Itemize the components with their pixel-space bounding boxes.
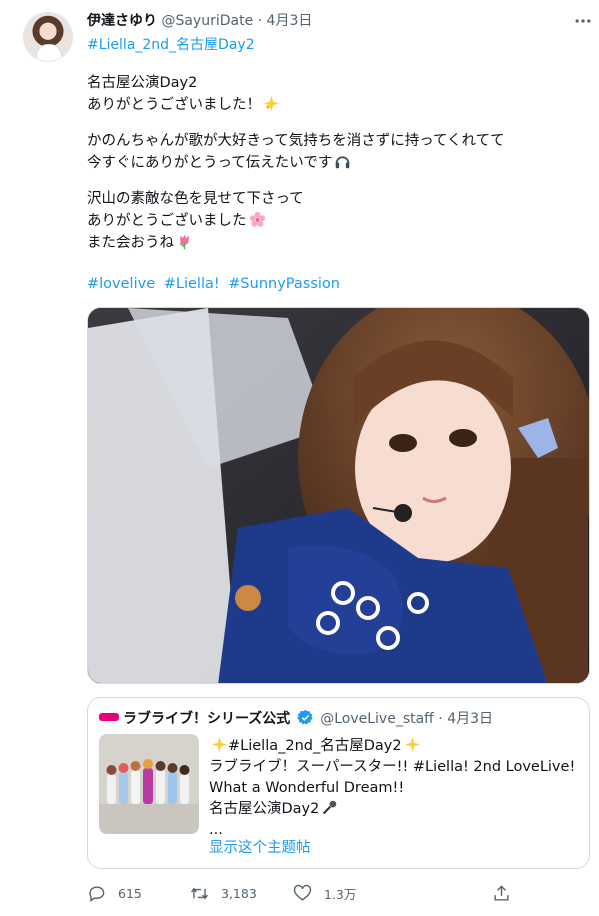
author-name[interactable]: 伊達さゆり — [87, 13, 157, 29]
tweet-text-line: ありがとうございました — [87, 210, 577, 232]
reply-icon — [89, 885, 105, 902]
like-button[interactable]: 1.3万 — [293, 881, 356, 905]
quoted-tweet-date[interactable]: 4月3日 — [447, 711, 493, 727]
quoted-tweet[interactable]: ラブライブ！シリーズ公式 @LoveLive_staff · 4月3日 #Lie… — [87, 697, 590, 869]
heart-icon — [293, 884, 312, 901]
tweet-text: 名古屋公演Day2 ありがとうございました！ かのんちゃんが歌が大好きって気持ち… — [87, 72, 577, 254]
separator-dot: · — [438, 711, 443, 727]
author-handle[interactable]: @SayuriDate — [161, 13, 253, 29]
tweet-text-line: かのんちゃんが歌が大好きって気持ちを消さずに持ってくれてて — [87, 133, 505, 149]
tweet-actions: 615 3,183 1.3万 — [87, 881, 517, 905]
more-icon[interactable] — [573, 11, 593, 31]
hashtag-link[interactable]: #Liella! — [164, 276, 220, 292]
show-thread-link[interactable]: 显示这个主题帖 — [209, 838, 311, 858]
quoted-text-line: 名古屋公演Day2 — [209, 799, 579, 820]
tweet-date[interactable]: 4月3日 — [267, 13, 313, 29]
quoted-text-line: ラブライブ！スーパースター!! #Liella! 2nd LoveLive! — [209, 759, 576, 775]
author-avatar[interactable] — [23, 12, 73, 62]
quoted-tweet-header: ラブライブ！シリーズ公式 @LoveLive_staff · 4月3日 — [123, 709, 493, 728]
verified-badge-icon — [297, 709, 313, 725]
tweet-header: 伊達さゆり @SayuriDate · 4月3日 — [87, 11, 312, 31]
retweet-icon — [191, 887, 208, 899]
hashtag-link[interactable]: #SunnyPassion — [228, 276, 340, 292]
hashtag-list: #lovelive #Liella! #SunnyPassion — [87, 274, 344, 294]
tweet-text-line: 沢山の素敵な色を見せて下さって — [87, 191, 304, 207]
tweet-photo[interactable] — [87, 307, 590, 684]
retweet-button[interactable]: 3,183 — [190, 881, 257, 905]
sparkle-star-icon — [263, 95, 280, 112]
share-button[interactable] — [492, 881, 523, 905]
lovelive-logo-icon — [99, 713, 119, 721]
quoted-author-handle[interactable]: @LoveLive_staff — [320, 711, 434, 727]
tulip-icon — [179, 234, 189, 250]
tweet-text-line: ありがとうございました！ — [87, 94, 577, 116]
quoted-author-name[interactable]: ラブライブ！シリーズ公式 — [123, 711, 290, 727]
tweet: 伊達さゆり @SayuriDate · 4月3日 #Liella_2nd_名古屋… — [0, 0, 599, 916]
quoted-text-line: What a Wonderful Dream!! — [209, 780, 405, 796]
like-count: 1.3万 — [324, 886, 357, 902]
quoted-tweet-text: #Liella_2nd_名古屋Day2 ラブライブ！スーパースター!! #Lie… — [209, 736, 579, 841]
tweet-text-line: 今すぐにありがとうって伝えたいです — [87, 152, 577, 174]
hashtag-link[interactable]: #lovelive — [87, 276, 155, 292]
reply-count: 615 — [118, 885, 142, 901]
top-hashtag-link[interactable]: #Liella_2nd_名古屋Day2 — [87, 35, 255, 55]
reply-button[interactable]: 615 — [87, 881, 142, 905]
headphones-icon — [336, 156, 350, 169]
share-icon — [494, 884, 509, 901]
retweet-count: 3,183 — [221, 885, 257, 901]
microphone-icon — [323, 800, 337, 815]
tweet-text-line: 名古屋公演Day2 — [87, 75, 198, 91]
tweet-text-line: また会おうね — [87, 232, 577, 254]
quoted-text-line: #Liella_2nd_名古屋Day2 — [209, 736, 579, 757]
sparkle-star-icon — [211, 736, 228, 753]
cherry-blossom-icon — [249, 211, 265, 227]
sparkle-star-icon — [404, 736, 420, 753]
separator-dot: · — [257, 13, 263, 29]
quoted-tweet-thumbnail[interactable] — [99, 734, 199, 834]
